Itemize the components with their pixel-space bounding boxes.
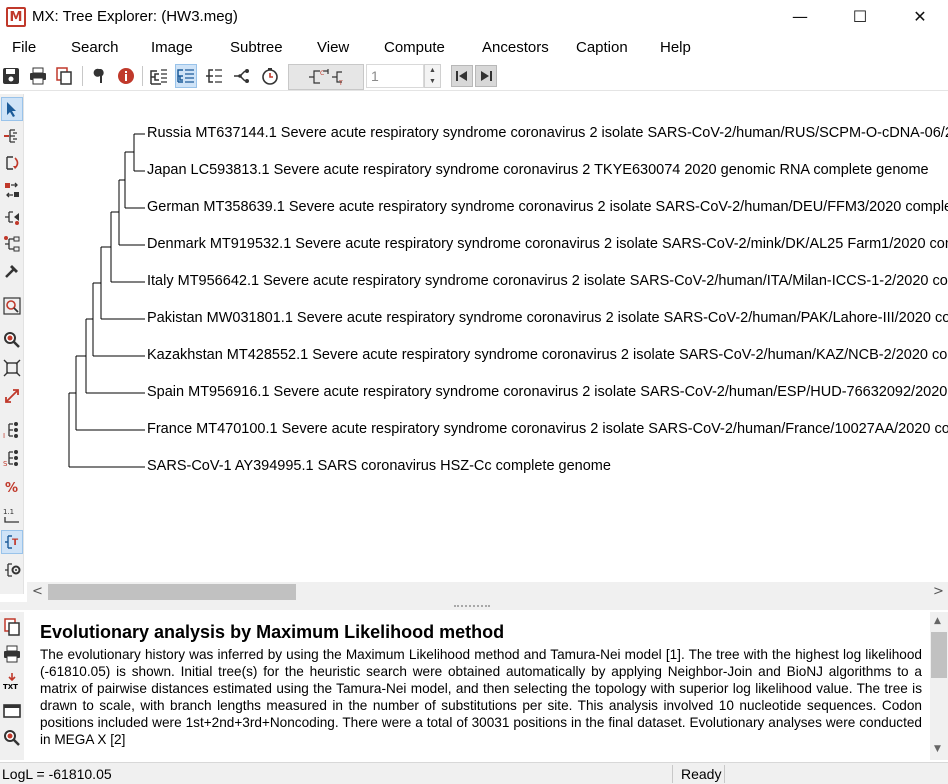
menu-ancestors[interactable]: Ancestors <box>482 39 549 56</box>
taxon-label[interactable]: Italy MT956642.1 Severe acute respirator… <box>147 273 948 289</box>
flip-subtree-icon[interactable] <box>1 151 23 175</box>
spin-up-icon[interactable]: ▲ <box>425 65 440 76</box>
scroll-down-icon[interactable]: ▼ <box>934 744 941 754</box>
tree-style-active-icon[interactable] <box>175 64 197 88</box>
status-bar: LogL = -61810.05 Ready <box>0 762 948 784</box>
menu-file[interactable]: File <box>12 39 36 56</box>
svg-text:%: % <box>5 481 18 496</box>
taxon-label[interactable]: Kazakhstan MT428552.1 Severe acute respi… <box>147 347 948 363</box>
window-title: MX: Tree Explorer: (HW3.meg) <box>32 8 238 25</box>
skip-back-icon[interactable] <box>451 65 473 87</box>
resize-icon[interactable] <box>1 384 23 408</box>
menu-bar: File Search Image Subtree View Compute A… <box>0 36 948 60</box>
branch-icon[interactable] <box>231 64 253 88</box>
copy-caption-icon[interactable] <box>1 615 23 639</box>
info-icon[interactable] <box>115 64 137 88</box>
tree-number-stepper[interactable]: ▲ ▼ <box>424 64 441 88</box>
add-label-icon[interactable] <box>1 232 23 256</box>
tree-topology-icon[interactable] <box>203 64 225 88</box>
menu-subtree[interactable]: Subtree <box>230 39 283 56</box>
tree-canvas[interactable]: Russia MT637144.1 Severe acute respirato… <box>27 94 948 582</box>
caption-title: Evolutionary analysis by Maximum Likelih… <box>40 622 505 642</box>
swap-icon[interactable] <box>1 178 23 202</box>
tree-style-icon[interactable] <box>148 64 170 88</box>
percent-icon[interactable]: % <box>1 475 23 499</box>
close-button[interactable]: ✕ <box>890 0 948 32</box>
menu-help[interactable]: Help <box>660 39 691 56</box>
menu-view[interactable]: View <box>317 39 349 56</box>
window-icon[interactable] <box>1 699 23 723</box>
topology-only-icon[interactable]: T <box>1 530 23 554</box>
print-caption-icon[interactable] <box>1 642 23 666</box>
pointer-icon[interactable] <box>1 97 23 121</box>
hammer-icon[interactable] <box>1 259 23 283</box>
minimize-button[interactable]: — <box>770 0 830 32</box>
splitter-grip[interactable] <box>454 605 490 607</box>
horizontal-scroll-thumb[interactable] <box>48 584 296 600</box>
left-tool-palette: I S % 1.1 T <box>0 94 24 594</box>
caption-toolbar: TXT <box>0 612 24 760</box>
gear-tree-icon[interactable] <box>1 558 23 582</box>
title-bar: M MX: Tree Explorer: (HW3.meg) — ☐ ✕ <box>0 0 948 34</box>
caption-vertical-scrollbar[interactable]: ▲ ▼ <box>930 612 948 760</box>
ready-status: Ready <box>681 766 722 782</box>
menu-caption[interactable]: Caption <box>576 39 628 56</box>
svg-text:C: C <box>320 70 324 77</box>
svg-text:1.1: 1.1 <box>3 508 14 516</box>
options-icon[interactable] <box>88 64 110 88</box>
scroll-right-icon[interactable]: > <box>933 584 944 599</box>
zoom-caption-icon[interactable] <box>1 726 23 750</box>
taxon-names-icon[interactable]: I <box>1 418 23 442</box>
vertical-scroll-thumb[interactable] <box>931 632 947 678</box>
taxon-label[interactable]: Pakistan MW031801.1 Severe acute respira… <box>147 310 948 326</box>
taxon-label[interactable]: Russia MT637144.1 Severe acute respirato… <box>147 125 948 141</box>
caption-text: The evolutionary history was inferred by… <box>40 647 922 747</box>
spin-down-icon[interactable]: ▼ <box>425 76 440 87</box>
maximize-button[interactable]: ☐ <box>830 0 890 32</box>
save-txt-icon[interactable]: TXT <box>1 670 23 694</box>
skip-forward-icon[interactable] <box>475 65 497 87</box>
toolbar: CT <box>0 61 948 91</box>
taxon-label[interactable]: Spain MT956916.1 Severe acute respirator… <box>147 384 948 400</box>
support-labels-icon[interactable]: S <box>1 446 23 470</box>
caption-pane[interactable]: Evolutionary analysis by Maximum Likelih… <box>27 612 930 760</box>
print-icon[interactable] <box>27 64 49 88</box>
taxon-label[interactable]: Denmark MT919532.1 Severe acute respirat… <box>147 236 948 252</box>
menu-search[interactable]: Search <box>71 39 119 56</box>
taxon-label[interactable]: German MT358639.1 Severe acute respirato… <box>147 199 948 215</box>
svg-text:T: T <box>12 538 19 548</box>
menu-compute[interactable]: Compute <box>384 39 445 56</box>
tree-number-input[interactable]: 1 <box>366 64 424 88</box>
taxon-label[interactable]: Japan LC593813.1 Severe acute respirator… <box>147 162 929 178</box>
mega-app-icon: M <box>6 7 26 27</box>
svg-text:I: I <box>3 432 5 439</box>
zoom-icon[interactable] <box>1 328 23 352</box>
horizontal-scrollbar[interactable]: < > <box>27 582 948 602</box>
taxon-label[interactable]: France MT470100.1 Severe acute respirato… <box>147 421 948 437</box>
branch-lengths-icon[interactable]: 1.1 <box>1 503 23 527</box>
compress-subtree-icon[interactable] <box>1 205 23 229</box>
menu-image[interactable]: Image <box>151 39 193 56</box>
zoom-rectangle-icon[interactable] <box>1 294 23 318</box>
scroll-left-icon[interactable]: < <box>32 584 43 599</box>
svg-text:S: S <box>3 460 8 467</box>
copy-icon[interactable] <box>53 64 75 88</box>
fit-icon[interactable] <box>1 356 23 380</box>
pane-splitter[interactable] <box>0 602 948 610</box>
log-likelihood-status: LogL = -61810.05 <box>2 766 112 782</box>
txt-label: TXT <box>3 683 18 691</box>
tree-layout-icon[interactable]: CT <box>288 64 364 90</box>
scroll-up-icon[interactable]: ▲ <box>934 616 941 626</box>
save-icon[interactable] <box>0 64 22 88</box>
clock-icon[interactable] <box>259 64 281 88</box>
taxon-label[interactable]: SARS-CoV-1 AY394995.1 SARS coronavirus H… <box>147 458 611 474</box>
svg-text:T: T <box>338 80 343 87</box>
place-root-icon[interactable] <box>1 124 23 148</box>
